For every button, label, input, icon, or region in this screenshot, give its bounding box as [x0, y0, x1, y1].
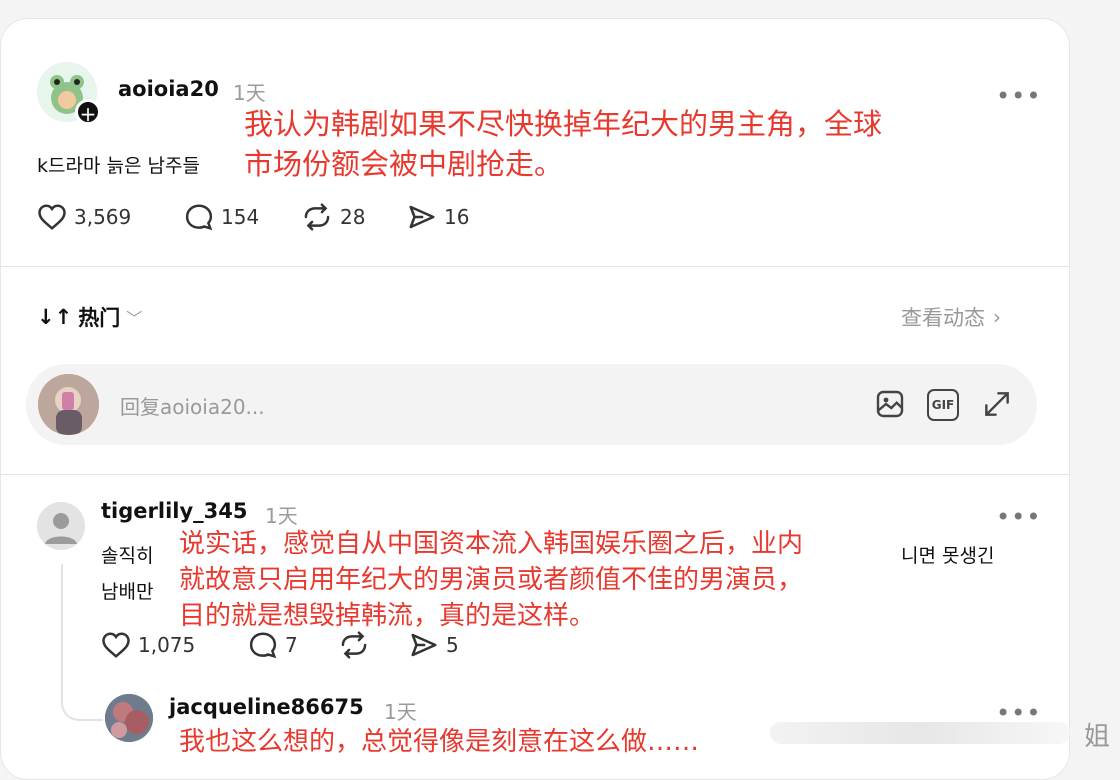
- comment-like-button[interactable]: 1,075: [101, 631, 195, 659]
- reply-author-avatar[interactable]: [105, 694, 153, 742]
- send-icon: [409, 205, 435, 229]
- comment-korean-line-2-start: 남배만: [101, 581, 154, 603]
- heart-icon: [38, 204, 66, 230]
- sort-dropdown[interactable]: ↓↑ 热门 ﹀: [37, 302, 142, 332]
- chevron-right-icon: ›: [993, 305, 1001, 329]
- reply-divider: [1, 474, 1069, 475]
- watermark-text: 姐: [1084, 722, 1111, 752]
- follow-plus-icon[interactable]: +: [75, 99, 101, 126]
- user-photo-image: [38, 374, 99, 435]
- thread-line-curve: [61, 679, 103, 721]
- comment-reply-count: 7: [285, 633, 298, 657]
- watermark-blur-bar: [770, 722, 1070, 744]
- comment-more-icon[interactable]: •••: [996, 503, 1041, 531]
- repost-icon: [304, 203, 330, 231]
- comment-reply-button[interactable]: 7: [248, 631, 298, 659]
- reply-time: 1天: [384, 700, 417, 724]
- post-repost-button[interactable]: 28: [301, 203, 365, 231]
- default-user-icon: [37, 502, 85, 550]
- view-activity-label: 查看动态: [901, 306, 985, 330]
- reply-input[interactable]: 回复aoioia20...: [120, 391, 265, 420]
- comment-share-count: 5: [446, 633, 459, 657]
- post-comment-count: 154: [221, 205, 260, 229]
- comment-overlay-line-3: 目的就是想毁掉韩流，真的是这样。: [179, 601, 596, 631]
- post-overlay-line-2: 市场份额会被中剧抢走。: [244, 147, 564, 181]
- post-korean-text: k드라마 늙은 남주들: [37, 155, 200, 177]
- comment-time: 1天: [265, 504, 298, 528]
- chevron-down-icon: ﹀: [126, 309, 143, 328]
- sort-arrows-icon: ↓↑: [37, 305, 73, 329]
- reply-box[interactable]: 回复aoioia20... GIF: [26, 364, 1037, 445]
- post-share-count: 16: [444, 205, 470, 229]
- post-comment-button[interactable]: 154: [184, 203, 259, 231]
- comment-korean-line-1-start: 솔직히: [101, 545, 154, 567]
- heart-icon: [102, 632, 130, 658]
- comment-overlay-line-2: 就故意只启用年纪大的男演员或者颜值不佳的男演员，: [179, 565, 804, 595]
- thread-card: + aoioia20 1天 ••• 我认为韩剧如果不尽快换掉年纪大的男主角，全球…: [0, 18, 1070, 780]
- post-time: 1天: [233, 81, 266, 105]
- repost-icon: [341, 631, 367, 659]
- comment-username[interactable]: tigerlily_345: [101, 499, 248, 523]
- comment-bubble-icon: [249, 632, 277, 659]
- post-overlay-line-1: 我认为韩剧如果不尽快换掉年纪大的男主角，全球: [244, 107, 883, 141]
- comment-repost-button[interactable]: [338, 631, 370, 659]
- post-like-button[interactable]: 3,569: [37, 203, 131, 231]
- expand-icon[interactable]: [981, 388, 1013, 424]
- post-like-count: 3,569: [74, 205, 132, 229]
- view-activity-link[interactable]: 查看动态 ›: [901, 302, 1001, 332]
- reply-username[interactable]: jacqueline86675: [169, 695, 364, 719]
- gif-icon[interactable]: GIF: [927, 389, 959, 421]
- comment-author-avatar[interactable]: [37, 502, 85, 550]
- reply-overlay-line-1: 我也这么想的，总觉得像是刻意在这么做……: [179, 727, 700, 757]
- post-divider: [1, 266, 1069, 267]
- comment-overlay-line-1: 说实话，感觉自从中国资本流入韩国娱乐圈之后，业内: [179, 529, 804, 559]
- blossom-photo-image: [105, 694, 153, 742]
- current-user-avatar: [38, 374, 99, 435]
- comment-korean-line-1-end: 니면 못생긴: [901, 545, 995, 567]
- post-share-button[interactable]: 16: [407, 203, 469, 231]
- comment-like-count: 1,075: [138, 633, 196, 657]
- image-upload-icon[interactable]: [874, 388, 906, 424]
- comment-share-button[interactable]: 5: [409, 631, 459, 659]
- post-repost-count: 28: [340, 205, 366, 229]
- post-more-icon[interactable]: •••: [996, 82, 1041, 110]
- send-icon: [411, 633, 437, 657]
- comment-bubble-icon: [185, 204, 213, 231]
- sort-label: 热门: [78, 306, 121, 330]
- post-username[interactable]: aoioia20: [118, 77, 219, 101]
